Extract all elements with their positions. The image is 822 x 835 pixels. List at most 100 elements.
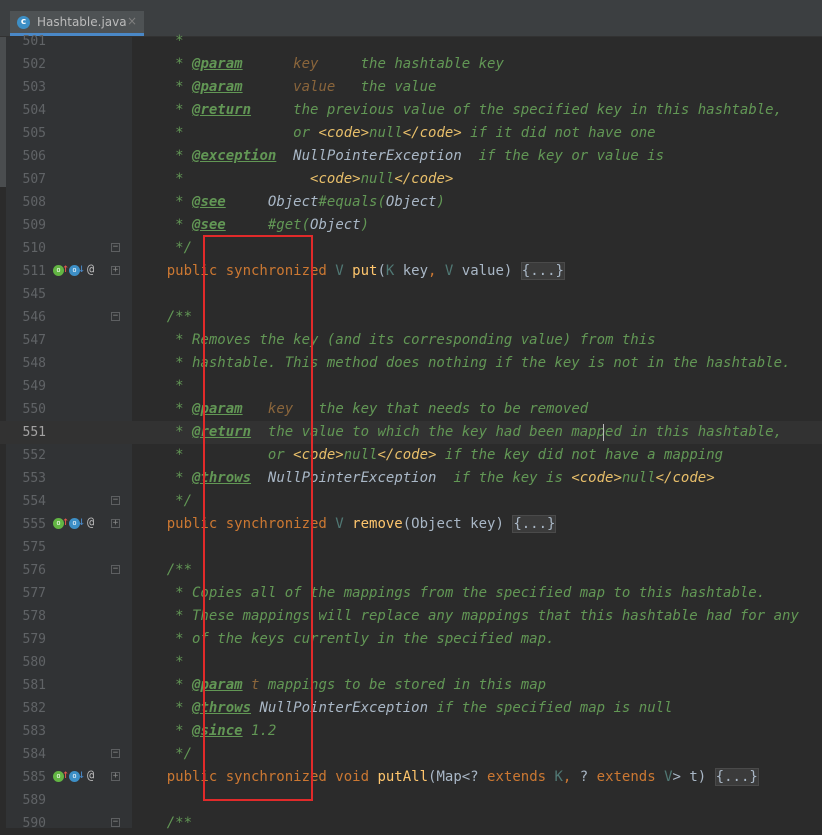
code-line[interactable]: 545 <box>0 283 822 306</box>
code-text[interactable]: * @see Object#equals(Object) <box>133 191 445 214</box>
code-text[interactable]: * @throws NullPointerException if the ke… <box>133 467 715 490</box>
code-line[interactable]: 501 * <box>0 30 822 53</box>
code-line[interactable]: 511 o ↑ o ↓ @ + public synchronized V put(K ke… <box>0 260 822 283</box>
annotation-icon[interactable]: @ <box>87 515 94 530</box>
fold-collapse-icon[interactable]: − <box>111 496 120 505</box>
code-line[interactable]: 503 * @param value the value <box>0 76 822 99</box>
code-text[interactable]: * or <code>null</code> if the key did no… <box>133 444 723 467</box>
code-text[interactable]: public synchronized void putAll(Map<? ex… <box>133 766 759 789</box>
code-text[interactable]: /** <box>133 306 192 329</box>
code-line[interactable]: 553 * @throws NullPointerException if th… <box>0 467 822 490</box>
code-line[interactable]: 548 * hashtable. This method does nothin… <box>0 352 822 375</box>
close-tab-icon[interactable]: × <box>127 14 137 28</box>
line-number[interactable]: 575 <box>12 536 46 559</box>
line-number[interactable]: 580 <box>12 651 46 674</box>
code-line[interactable]: 576 − /** <box>0 559 822 582</box>
code-line[interactable]: 549 * <box>0 375 822 398</box>
code-line[interactable]: 552 * or <code>null</code> if the key di… <box>0 444 822 467</box>
code-line[interactable]: 590 − /** <box>0 812 822 835</box>
code-text[interactable]: * <box>133 651 183 674</box>
line-number[interactable]: 551 <box>12 421 46 444</box>
code-text[interactable]: * @param key the hashtable key <box>133 53 504 76</box>
line-number[interactable]: 504 <box>12 99 46 122</box>
line-number[interactable]: 552 <box>12 444 46 467</box>
code-text[interactable]: /** <box>133 559 192 582</box>
code-line[interactable]: 582 * @throws NullPointerException if th… <box>0 697 822 720</box>
line-number[interactable]: 506 <box>12 145 46 168</box>
code-line[interactable]: 546 − /** <box>0 306 822 329</box>
code-line[interactable]: 584 − */ <box>0 743 822 766</box>
code-line[interactable]: 554 − */ <box>0 490 822 513</box>
code-line[interactable]: 510 − */ <box>0 237 822 260</box>
annotation-icon[interactable]: @ <box>87 768 94 783</box>
line-number[interactable]: 503 <box>12 76 46 99</box>
code-text[interactable]: * of the keys currently in the specified… <box>133 628 554 651</box>
line-number[interactable]: 502 <box>12 53 46 76</box>
code-text[interactable]: * @exception NullPointerException if the… <box>133 145 664 168</box>
line-number[interactable]: 511 <box>12 260 46 283</box>
code-text[interactable]: * @param key the key that needs to be re… <box>133 398 588 421</box>
code-text[interactable]: public synchronized V remove(Object key)… <box>133 513 557 536</box>
code-line[interactable]: 579 * of the keys currently in the speci… <box>0 628 822 651</box>
code-line[interactable]: 502 * @param key the hashtable key <box>0 53 822 76</box>
code-line[interactable]: 505 * or <code>null</code> if it did not… <box>0 122 822 145</box>
code-line[interactable]: 581 * @param t mappings to be stored in … <box>0 674 822 697</box>
line-number[interactable]: 553 <box>12 467 46 490</box>
implemented-by-arrow-icon[interactable]: ↓ <box>78 514 85 529</box>
fold-collapse-icon[interactable]: − <box>111 565 120 574</box>
code-line[interactable]: 575 <box>0 536 822 559</box>
code-text[interactable]: * hashtable. This method does nothing if… <box>133 352 790 375</box>
line-number[interactable]: 576 <box>12 559 46 582</box>
line-number[interactable]: 582 <box>12 697 46 720</box>
code-line[interactable]: 585 o ↑ o ↓ @ + public synchronized void putAl… <box>0 766 822 789</box>
line-number[interactable]: 590 <box>12 812 46 835</box>
line-number[interactable]: 579 <box>12 628 46 651</box>
code-line[interactable]: 506 * @exception NullPointerException if… <box>0 145 822 168</box>
line-number[interactable]: 546 <box>12 306 46 329</box>
code-text[interactable]: */ <box>133 490 192 513</box>
code-text[interactable]: * These mappings will replace any mappin… <box>133 605 799 628</box>
code-text[interactable]: * @param t mappings to be stored in this… <box>133 674 546 697</box>
annotation-icon[interactable]: @ <box>87 262 94 277</box>
code-line[interactable]: 580 * <box>0 651 822 674</box>
fold-expand-icon[interactable]: + <box>111 519 120 528</box>
line-number[interactable]: 583 <box>12 720 46 743</box>
fold-collapse-icon[interactable]: − <box>111 818 120 827</box>
line-number[interactable]: 547 <box>12 329 46 352</box>
code-text[interactable]: * or <code>null</code> if it did not hav… <box>133 122 655 145</box>
line-number[interactable]: 589 <box>12 789 46 812</box>
line-number[interactable]: 548 <box>12 352 46 375</box>
code-line[interactable]: 547 * Removes the key (and its correspon… <box>0 329 822 352</box>
code-text[interactable]: * Removes the key (and its corresponding… <box>133 329 655 352</box>
line-number[interactable]: 501 <box>12 30 46 53</box>
fold-expand-icon[interactable]: + <box>111 266 120 275</box>
line-number[interactable]: 545 <box>12 283 46 306</box>
line-number[interactable]: 549 <box>12 375 46 398</box>
code-text[interactable]: * @throws NullPointerException if the sp… <box>133 697 672 720</box>
line-number[interactable]: 554 <box>12 490 46 513</box>
code-text[interactable]: /** <box>133 812 192 835</box>
fold-collapse-icon[interactable]: − <box>111 243 120 252</box>
code-line[interactable]: 507 * <code>null</code> <box>0 168 822 191</box>
line-number[interactable]: 507 <box>12 168 46 191</box>
code-line[interactable]: 583 * @since 1.2 <box>0 720 822 743</box>
code-text[interactable]: * @see #get(Object) <box>133 214 369 237</box>
code-line[interactable]: 509 * @see #get(Object) <box>0 214 822 237</box>
line-number[interactable]: 505 <box>12 122 46 145</box>
code-text[interactable]: * <box>133 375 183 398</box>
line-number[interactable]: 508 <box>12 191 46 214</box>
code-line[interactable]: 551 * @return the value to which the key… <box>0 421 822 444</box>
code-text[interactable]: * <code>null</code> <box>133 168 453 191</box>
fold-collapse-icon[interactable]: − <box>111 749 120 758</box>
code-line[interactable]: 550 * @param key the key that needs to b… <box>0 398 822 421</box>
fold-expand-icon[interactable]: + <box>111 772 120 781</box>
implemented-by-arrow-icon[interactable]: ↓ <box>78 767 85 782</box>
line-number[interactable]: 555 <box>12 513 46 536</box>
line-number[interactable]: 581 <box>12 674 46 697</box>
code-text[interactable]: */ <box>133 743 192 766</box>
code-line[interactable]: 577 * Copies all of the mappings from th… <box>0 582 822 605</box>
code-text[interactable]: * @param value the value <box>133 76 436 99</box>
line-number[interactable]: 550 <box>12 398 46 421</box>
fold-collapse-icon[interactable]: − <box>111 312 120 321</box>
line-number[interactable]: 578 <box>12 605 46 628</box>
